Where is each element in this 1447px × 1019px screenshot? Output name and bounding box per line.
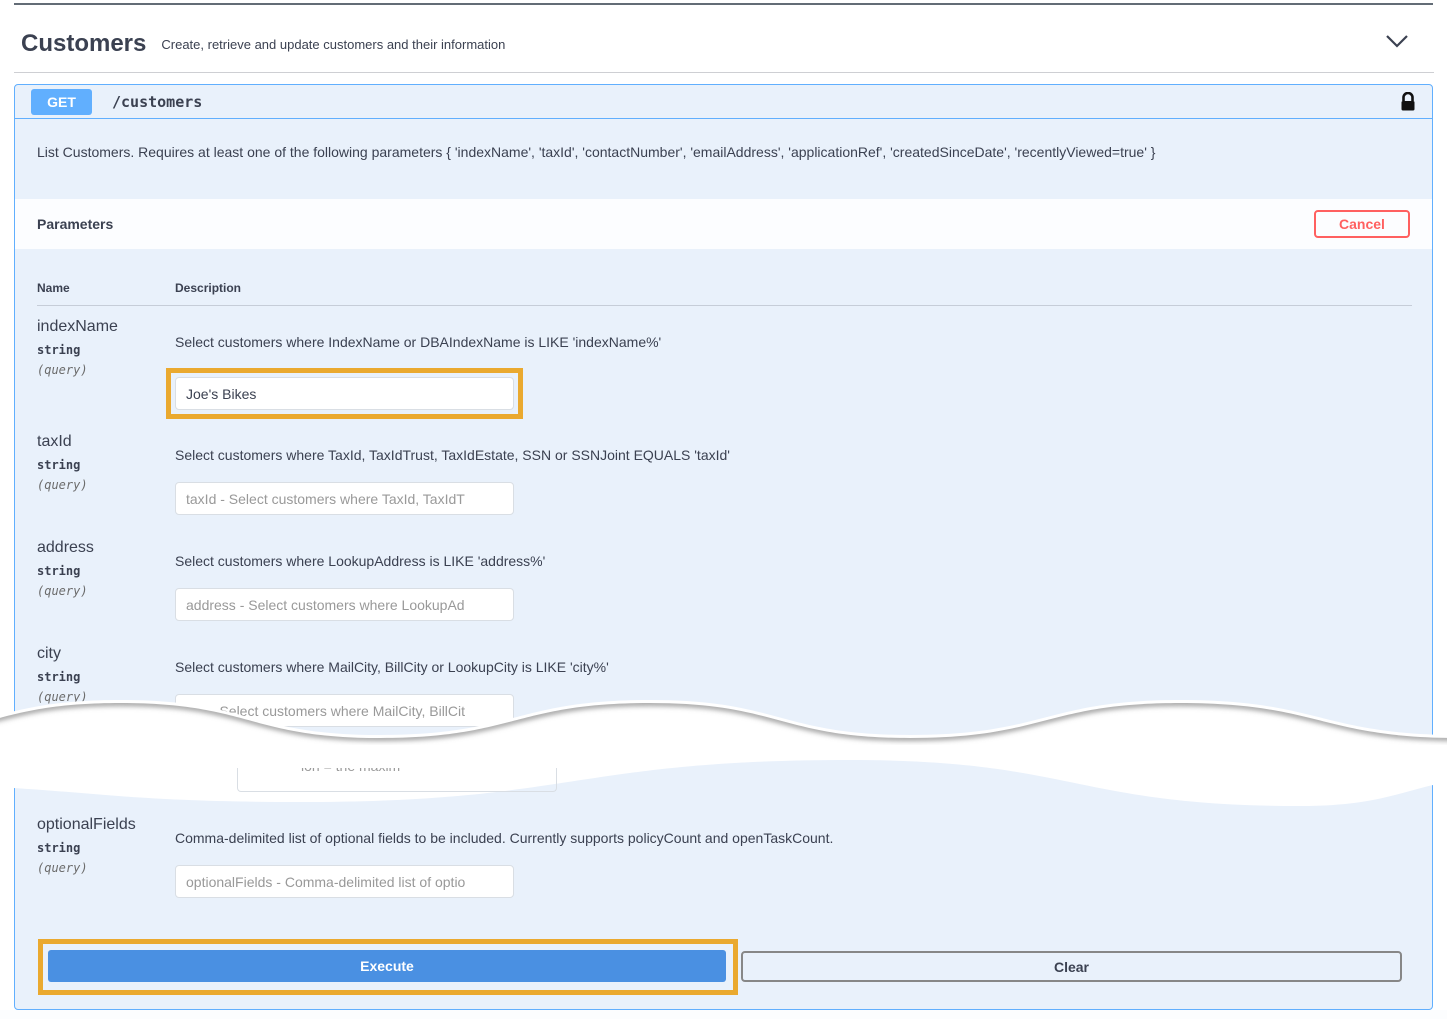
parameters-table-header: Name Description [37, 249, 1412, 306]
indexname-input[interactable] [175, 377, 514, 410]
annotation-highlight-box [166, 368, 523, 419]
param-location: (query) [37, 478, 175, 492]
top-divider [14, 3, 1433, 5]
clipped-input-fragment: ion = the maxim [237, 768, 557, 792]
taxid-input[interactable] [175, 482, 514, 515]
http-method-badge: GET [31, 89, 92, 115]
section-title: Customers [21, 30, 146, 58]
auth-lock-button[interactable] [1400, 92, 1416, 112]
param-name-cell: address string (query) [37, 527, 175, 633]
page-bottom-margin [0, 1010, 1447, 1019]
get-customers-opblock: GET /customers List Customers. Requires … [14, 84, 1433, 1010]
address-input[interactable] [175, 588, 514, 621]
param-name: city [37, 645, 175, 663]
param-location: (query) [37, 363, 175, 377]
param-description: Select customers where MailCity, BillCit… [175, 657, 1412, 677]
param-type: string [37, 564, 175, 578]
swagger-page: Customers Create, retrieve and update cu… [0, 0, 1447, 1019]
operation-summary[interactable]: GET /customers [15, 85, 1432, 119]
param-desc-cell: Select customers where LookupAddress is … [175, 527, 1412, 633]
param-type: string [37, 343, 175, 357]
param-description: Select customers where TaxId, TaxIdTrust… [175, 445, 1412, 465]
parameters-section-header: Parameters Cancel [15, 199, 1432, 249]
param-row-address: address string (query) Select customers … [37, 527, 1412, 633]
clipped-text: ion = the maxim [301, 768, 556, 774]
annotation-highlight-box: Execute [38, 939, 738, 995]
param-name-cell: indexName string (query) [37, 306, 175, 421]
execute-button[interactable]: Execute [48, 950, 726, 982]
param-name-cell: taxId string (query) [37, 421, 175, 527]
cancel-button[interactable]: Cancel [1314, 210, 1410, 238]
section-subtitle: Create, retrieve and update customers an… [161, 37, 505, 52]
param-row-indexname: indexName string (query) Select customer… [37, 306, 1412, 421]
param-location: (query) [37, 861, 175, 875]
clear-button[interactable]: Clear [741, 951, 1402, 982]
param-type: string [37, 841, 175, 855]
optionalfields-input[interactable] [175, 865, 514, 898]
param-type: string [37, 458, 175, 472]
param-description: Select customers where LookupAddress is … [175, 551, 1412, 571]
param-description: Select customers where IndexName or DBAI… [175, 332, 1412, 352]
param-name: taxId [37, 433, 175, 451]
param-name: optionalFields [37, 816, 175, 834]
name-column-header: Name [37, 281, 175, 295]
param-name: address [37, 539, 175, 557]
parameters-title: Parameters [37, 216, 113, 232]
param-row-taxid: taxId string (query) Select customers wh… [37, 421, 1412, 527]
param-name-cell: city string (query) [37, 633, 175, 793]
operation-description: List Customers. Requires at least one of… [15, 119, 1432, 199]
param-location: (query) [37, 584, 175, 598]
city-input[interactable] [175, 694, 514, 727]
param-name: indexName [37, 318, 175, 336]
param-desc-cell: Select customers where TaxId, TaxIdTrust… [175, 421, 1412, 527]
description-column-header: Description [175, 281, 1412, 295]
param-location: (query) [37, 690, 175, 704]
chevron-down-icon[interactable] [1385, 34, 1409, 54]
param-description: Comma-delimited list of optional fields … [175, 828, 1412, 848]
param-type: string [37, 670, 175, 684]
endpoint-path: /customers [112, 93, 202, 111]
tag-section-header[interactable]: Customers Create, retrieve and update cu… [21, 24, 505, 64]
param-desc-cell: Select customers where IndexName or DBAI… [175, 306, 1412, 421]
lock-icon [1400, 92, 1416, 112]
section-divider [14, 72, 1434, 73]
